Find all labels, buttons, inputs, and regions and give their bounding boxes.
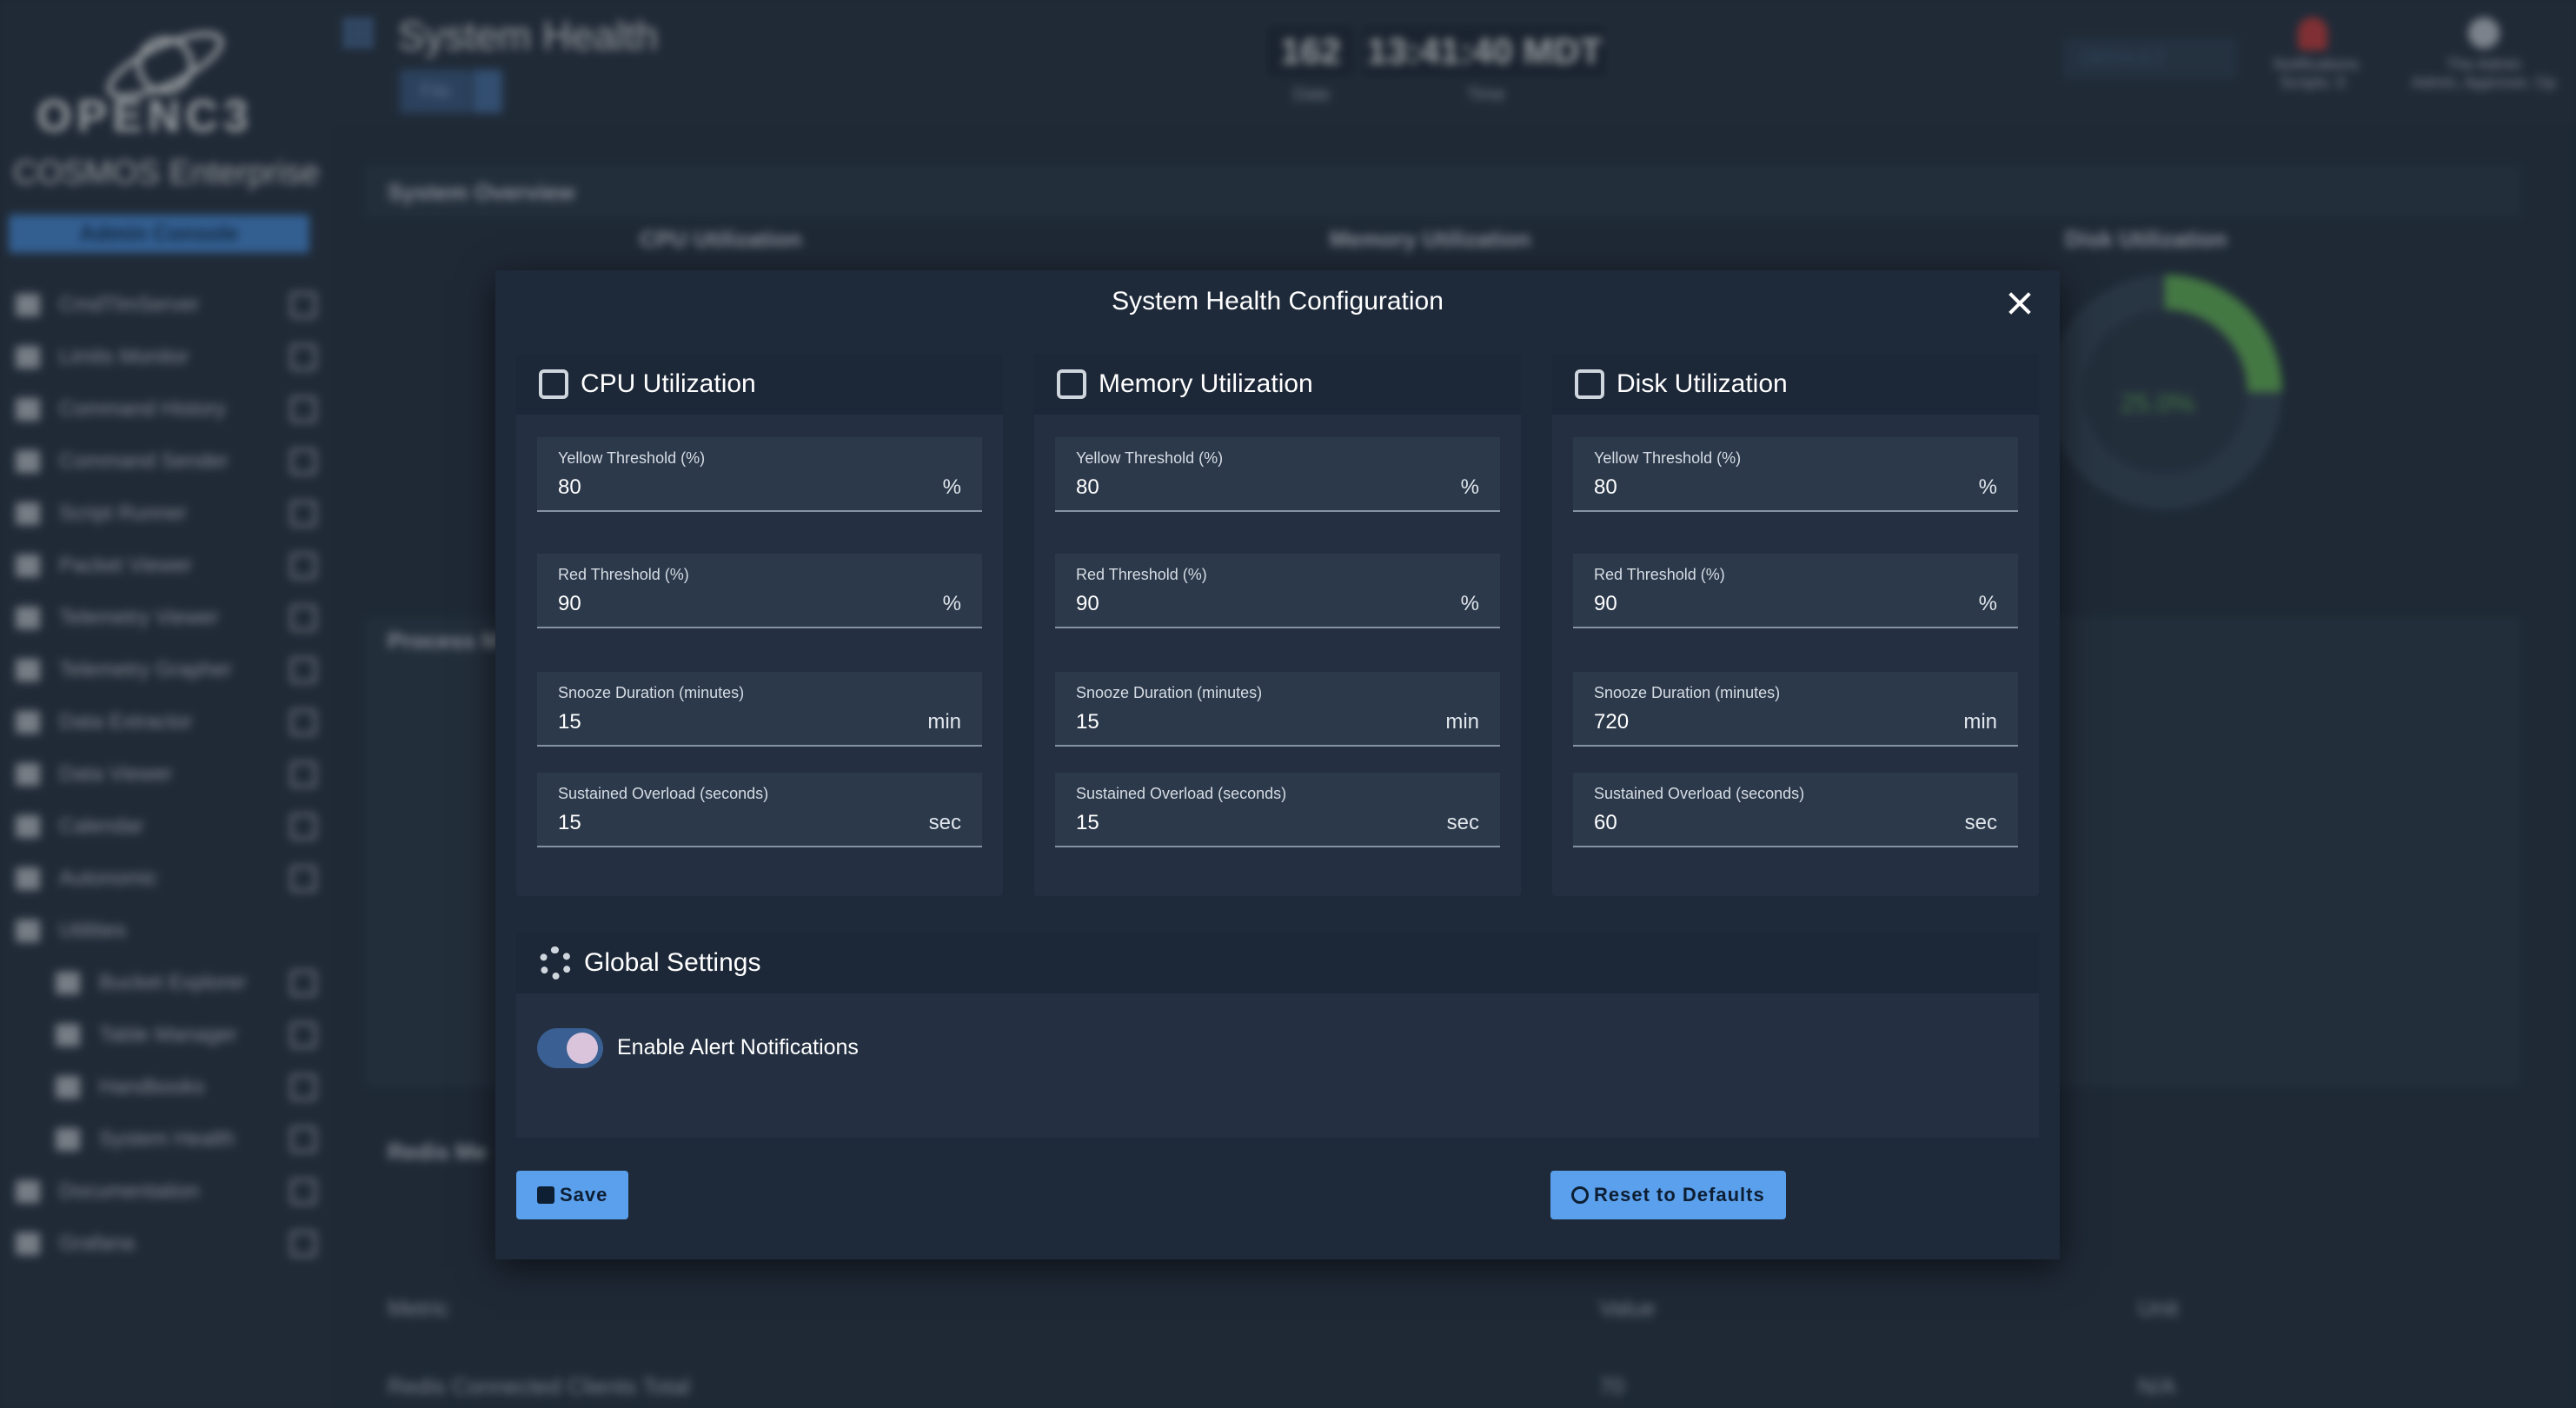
disk-panel-title: Disk Utilization: [1617, 369, 1788, 398]
global-settings-title: Global Settings: [584, 948, 761, 977]
system-health-config-dialog: System Health Configuration CPU Utilizat…: [495, 270, 2060, 1259]
field-label: Snooze Duration (minutes): [1594, 684, 1781, 701]
field-unit: min: [1963, 710, 1997, 734]
cpu-yellow-threshold-field[interactable]: Yellow Threshold (%)%: [537, 437, 982, 512]
gear-icon: [539, 946, 572, 980]
cpu-icon: [539, 369, 568, 399]
field-input[interactable]: [558, 710, 906, 734]
field-label: Sustained Overload (seconds): [558, 785, 769, 802]
save-icon: [537, 1186, 554, 1204]
memory-sustained-overload-field[interactable]: Sustained Overload (seconds) sec: [1055, 773, 1500, 847]
cpu-utilization-panel: CPU UtilizationYellow Threshold (%)%Red …: [516, 354, 1003, 896]
field-unit: %: [942, 475, 961, 499]
memory-yellow-threshold-field[interactable]: Yellow Threshold (%)%: [1055, 437, 1500, 512]
disk-sustained-overload-field[interactable]: Sustained Overload (seconds) sec: [1573, 773, 2018, 847]
disk-panel-header: Disk Utilization: [1552, 354, 2039, 415]
field-unit: min: [927, 710, 961, 734]
field-label: Snooze Duration (minutes): [1076, 684, 1263, 701]
disk-yellow-threshold-field[interactable]: Yellow Threshold (%)%: [1573, 437, 2018, 512]
field-label: Sustained Overload (seconds): [1076, 785, 1287, 802]
memory-icon: [1057, 369, 1086, 399]
field-unit: %: [1978, 592, 1997, 615]
field-input[interactable]: [1076, 592, 1424, 616]
memory-red-threshold-field[interactable]: Red Threshold (%)%: [1055, 554, 1500, 628]
field-unit: %: [1460, 592, 1479, 615]
save-label: Save: [560, 1184, 608, 1205]
field-label: Yellow Threshold (%): [1594, 449, 1742, 467]
field-label: Yellow Threshold (%): [558, 449, 706, 467]
cpu-panel-header: CPU Utilization: [516, 354, 1003, 415]
field-label: Snooze Duration (minutes): [558, 684, 745, 701]
field-input[interactable]: [1076, 710, 1424, 734]
field-input[interactable]: [558, 811, 906, 835]
alert-notifications-label: Enable Alert Notifications: [617, 1035, 859, 1059]
cpu-sustained-overload-field[interactable]: Sustained Overload (seconds) sec: [537, 773, 982, 847]
field-label: Red Threshold (%): [558, 566, 689, 583]
memory-panel-title: Memory Utilization: [1099, 369, 1313, 398]
field-unit: sec: [1964, 811, 1997, 834]
memory-snooze-duration-field[interactable]: Snooze Duration (minutes) min: [1055, 672, 1500, 747]
field-input[interactable]: [1076, 475, 1424, 500]
field-unit: min: [1445, 710, 1479, 734]
memory-panel-header: Memory Utilization: [1034, 354, 1521, 415]
field-label: Sustained Overload (seconds): [1594, 785, 1805, 802]
global-settings-header: Global Settings: [516, 933, 2039, 993]
field-input[interactable]: [1594, 811, 1942, 835]
field-label: Red Threshold (%): [1594, 566, 1725, 583]
field-unit: %: [942, 592, 961, 615]
field-input[interactable]: [558, 592, 906, 616]
cpu-red-threshold-field[interactable]: Red Threshold (%)%: [537, 554, 982, 628]
field-unit: %: [1978, 475, 1997, 499]
toggle-knob: [567, 1033, 598, 1064]
cpu-snooze-duration-field[interactable]: Snooze Duration (minutes) min: [537, 672, 982, 747]
alert-notifications-toggle[interactable]: [537, 1028, 603, 1068]
disk-icon: [1575, 369, 1604, 399]
field-unit: %: [1460, 475, 1479, 499]
field-unit: sec: [1446, 811, 1479, 834]
save-button[interactable]: Save: [516, 1171, 629, 1219]
close-icon[interactable]: [2008, 291, 2032, 315]
field-input[interactable]: [1594, 710, 1942, 734]
field-input[interactable]: [1594, 592, 1942, 616]
disk-snooze-duration-field[interactable]: Snooze Duration (minutes) min: [1573, 672, 2018, 747]
memory-utilization-panel: Memory UtilizationYellow Threshold (%)%R…: [1034, 354, 1521, 896]
cpu-panel-title: CPU Utilization: [581, 369, 756, 398]
reset-label: Reset to Defaults: [1594, 1184, 1765, 1205]
field-input[interactable]: [558, 475, 906, 500]
reset-icon: [1571, 1186, 1589, 1204]
field-label: Red Threshold (%): [1076, 566, 1207, 583]
dialog-title: System Health Configuration: [1112, 287, 1444, 315]
field-label: Yellow Threshold (%): [1076, 449, 1224, 467]
field-input[interactable]: [1594, 475, 1942, 500]
field-unit: sec: [928, 811, 961, 834]
disk-red-threshold-field[interactable]: Red Threshold (%)%: [1573, 554, 2018, 628]
field-input[interactable]: [1076, 811, 1424, 835]
reset-defaults-button[interactable]: Reset to Defaults: [1550, 1171, 1786, 1219]
disk-utilization-panel: Disk UtilizationYellow Threshold (%)%Red…: [1552, 354, 2039, 896]
global-settings-panel: Global Settings Enable Alert Notificatio…: [516, 933, 2039, 1138]
